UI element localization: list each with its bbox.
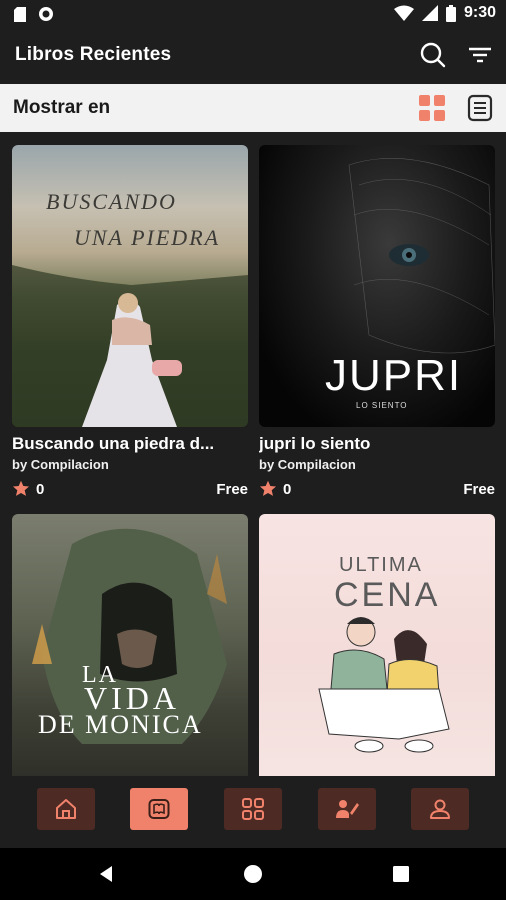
home-circle-icon[interactable] xyxy=(243,864,263,884)
cover-title-line: JUPRI xyxy=(325,351,463,400)
book-author: by Compilacion xyxy=(12,457,109,472)
app-bar: Libros Recientes xyxy=(0,28,506,84)
book-cover[interactable]: JUPRI LO SIENTO xyxy=(259,145,495,427)
book-icon xyxy=(148,799,170,819)
book-grid: BUSCANDO UNA PIEDRA Buscando una piedra … xyxy=(0,132,506,776)
user-icon xyxy=(430,799,450,819)
filter-icon[interactable] xyxy=(468,42,492,68)
rating-value: 0 xyxy=(36,480,45,498)
system-nav-bar xyxy=(0,848,506,900)
book-cover[interactable]: BUSCANDO UNA PIEDRA xyxy=(12,145,248,427)
wifi-icon xyxy=(393,5,414,21)
search-icon[interactable] xyxy=(420,42,446,68)
book-card[interactable]: ULTIMA CENA xyxy=(259,514,495,776)
status-time: 9:30 xyxy=(463,4,496,21)
book-cover[interactable]: LA VIDA DE MONICA xyxy=(12,514,248,776)
sync-icon xyxy=(39,7,53,21)
battery-icon xyxy=(445,4,456,22)
list-view-icon[interactable] xyxy=(466,94,494,122)
cover-title-line: LO SIENTO xyxy=(356,401,408,410)
bottom-nav xyxy=(0,776,506,848)
recents-icon[interactable] xyxy=(392,865,410,883)
cover-title-line: DE MONICA xyxy=(38,710,203,739)
grid-view-icon[interactable] xyxy=(418,94,446,122)
grid-icon xyxy=(242,798,264,820)
nav-writer-button[interactable] xyxy=(318,788,376,830)
status-bar: 9:30 xyxy=(0,0,506,28)
price-label: Free xyxy=(216,480,248,498)
book-card[interactable]: JUPRI LO SIENTO jupri lo siento by Compi… xyxy=(259,145,495,498)
nav-home-button[interactable] xyxy=(37,788,95,830)
star-icon xyxy=(12,480,30,496)
book-card[interactable]: LA VIDA DE MONICA xyxy=(12,514,248,776)
nav-categories-button[interactable] xyxy=(224,788,282,830)
cover-figure xyxy=(318,617,450,753)
book-title[interactable]: Buscando una piedra d... xyxy=(12,434,248,454)
rating-value: 0 xyxy=(283,480,292,498)
home-icon xyxy=(56,799,76,819)
cover-figure xyxy=(12,265,248,427)
back-icon[interactable] xyxy=(96,864,116,884)
page-title: Libros Recientes xyxy=(15,44,172,65)
view-mode-bar: Mostrar en xyxy=(0,84,506,132)
view-mode-label: Mostrar en xyxy=(13,97,111,118)
book-author: by Compilacion xyxy=(259,457,356,472)
book-card[interactable]: BUSCANDO UNA PIEDRA Buscando una piedra … xyxy=(12,145,248,498)
book-cover[interactable]: ULTIMA CENA xyxy=(259,514,495,776)
book-title[interactable]: jupri lo siento xyxy=(259,434,495,454)
sd-card-icon xyxy=(14,6,26,22)
star-icon xyxy=(259,480,277,496)
nav-profile-button[interactable] xyxy=(411,788,469,830)
writer-icon xyxy=(336,800,359,818)
price-label: Free xyxy=(463,480,495,498)
nav-books-button[interactable] xyxy=(130,788,188,830)
signal-icon xyxy=(421,5,438,21)
